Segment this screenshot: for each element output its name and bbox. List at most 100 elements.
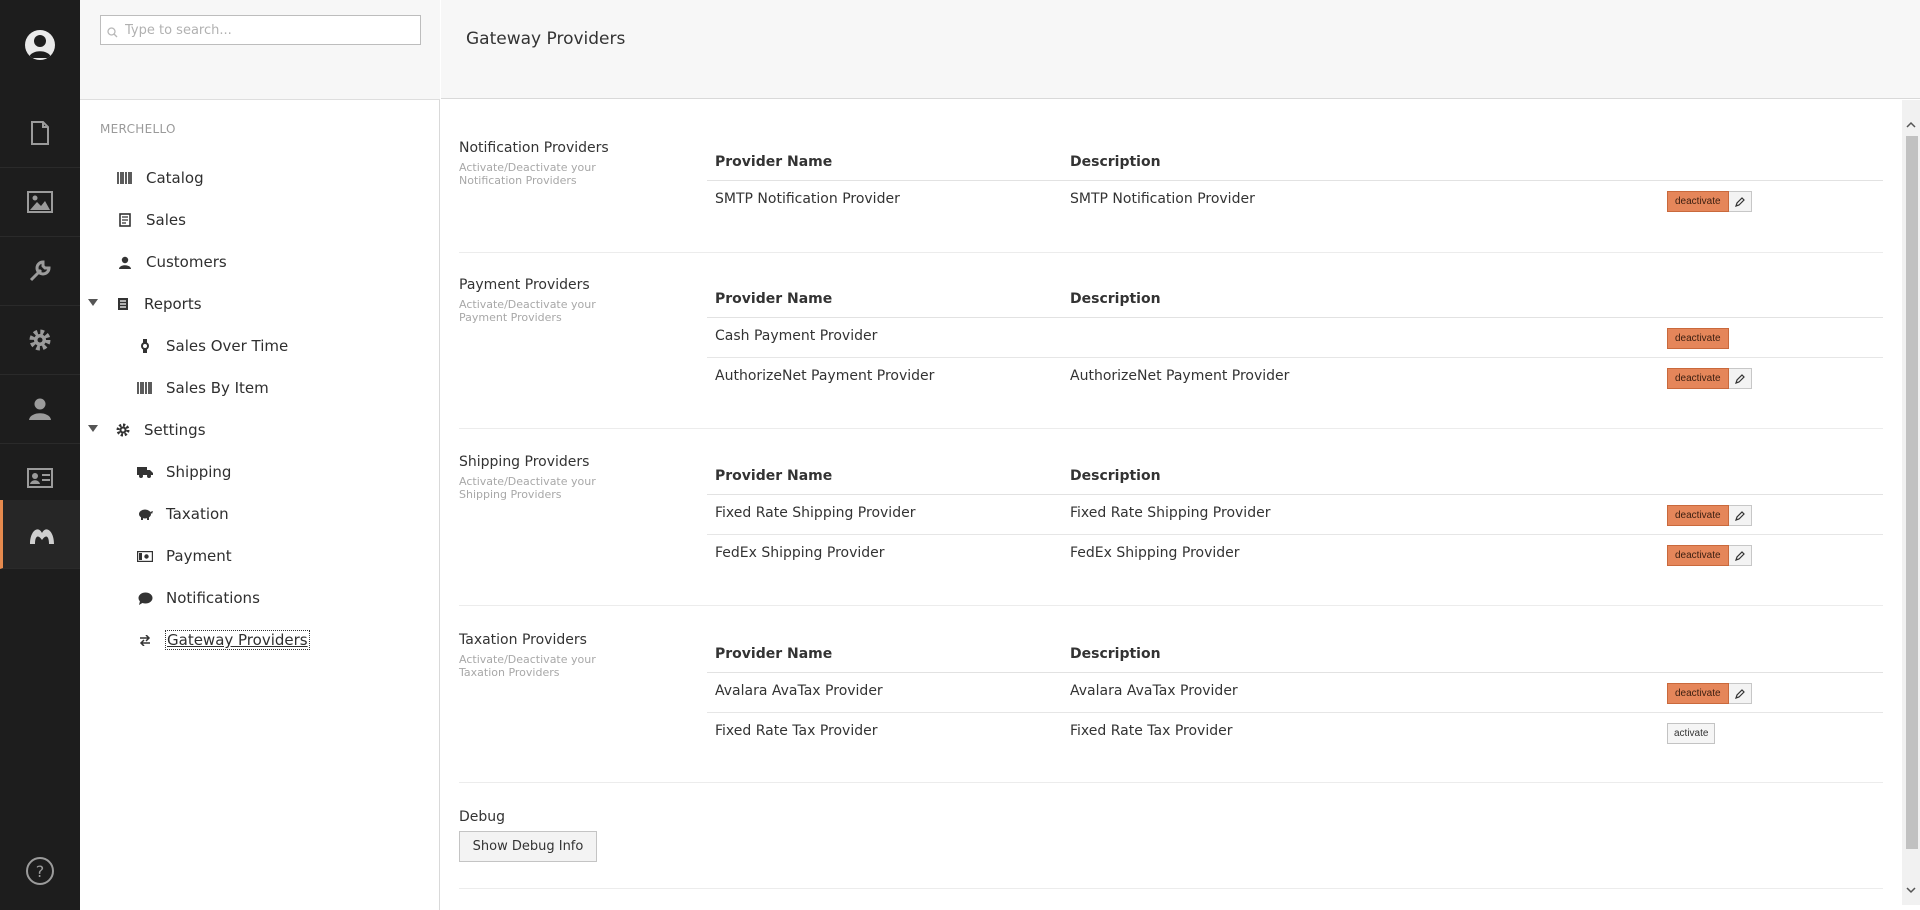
tree-item-customers[interactable]: Customers xyxy=(116,250,227,274)
tree-item-payment[interactable]: Payment xyxy=(136,544,232,568)
user-icon[interactable] xyxy=(0,375,80,444)
user-icon xyxy=(116,256,134,269)
money-icon xyxy=(136,550,154,562)
shipping-providers-section: Shipping Providers Activate/Deactivate y… xyxy=(459,454,1883,606)
truck-icon xyxy=(136,466,154,478)
edit-pencil-icon[interactable] xyxy=(1728,368,1752,389)
tree-item-taxation[interactable]: Taxation xyxy=(136,502,229,526)
svg-text:?: ? xyxy=(36,862,45,881)
tree-item-reports[interactable]: Reports xyxy=(88,292,202,316)
deactivate-button[interactable]: deactivate xyxy=(1667,683,1729,704)
debug-title: Debug xyxy=(459,809,506,825)
chat-bubble-icon xyxy=(136,592,154,605)
table-header: Provider Name Description xyxy=(707,632,1883,673)
column-header-description: Description xyxy=(1070,154,1161,170)
tree-item-sales-by-item[interactable]: Sales By Item xyxy=(136,376,269,400)
tree-item-sales[interactable]: Sales xyxy=(116,208,186,232)
scrollbar-thumb[interactable] xyxy=(1906,136,1918,849)
taxation-providers-section: Taxation Providers Activate/Deactivate y… xyxy=(459,632,1883,783)
tree-item-sales-over-time[interactable]: Sales Over Time xyxy=(136,334,288,358)
section-description: Activate/Deactivate your Payment Provide… xyxy=(459,298,596,324)
row-actions: deactivate xyxy=(1667,683,1752,704)
chevron-down-icon[interactable] xyxy=(1906,880,1916,894)
deactivate-button[interactable]: deactivate xyxy=(1667,328,1729,349)
search-icon xyxy=(107,23,118,42)
table-row: Cash Payment Provider deactivate xyxy=(707,318,1883,358)
debug-section: Debug Show Debug Info xyxy=(459,809,597,862)
tree-item-catalog[interactable]: Catalog xyxy=(116,166,204,190)
table-row: Fixed Rate Shipping Provider Fixed Rate … xyxy=(707,495,1883,535)
section-description: Activate/Deactivate your Notification Pr… xyxy=(459,161,596,187)
section-title: Notification Providers xyxy=(459,140,609,156)
chevron-up-icon[interactable] xyxy=(1906,115,1916,128)
provider-description: Fixed Rate Tax Provider xyxy=(1070,723,1233,739)
chevron-down-icon[interactable] xyxy=(88,425,98,432)
table-header: Provider Name Description xyxy=(707,454,1883,495)
tree-panel: MERCHELLO Catalog Sales Customers Report… xyxy=(80,0,440,910)
chevron-down-icon[interactable] xyxy=(88,299,98,306)
row-actions: activate xyxy=(1667,723,1716,744)
provider-description: Avalara AvaTax Provider xyxy=(1070,683,1238,699)
provider-name: Fixed Rate Tax Provider xyxy=(715,723,878,739)
column-header-name: Provider Name xyxy=(715,646,833,662)
wrench-icon[interactable] xyxy=(0,237,80,306)
notification-providers-section: Notification Providers Activate/Deactiva… xyxy=(459,140,1883,253)
providers-table: Provider Name Description Cash Payment P… xyxy=(707,277,1883,398)
column-header-name: Provider Name xyxy=(715,154,833,170)
row-actions: deactivate xyxy=(1667,368,1752,389)
edit-pencil-icon[interactable] xyxy=(1728,683,1752,704)
providers-table: Provider Name Description Fixed Rate Shi… xyxy=(707,454,1883,575)
deactivate-button[interactable]: deactivate xyxy=(1667,368,1729,389)
search-input[interactable] xyxy=(100,15,421,45)
activate-button[interactable]: activate xyxy=(1667,723,1716,744)
document-icon[interactable] xyxy=(0,99,80,168)
piggy-bank-icon xyxy=(136,508,154,520)
edit-pencil-icon[interactable] xyxy=(1728,545,1752,566)
deactivate-button[interactable]: deactivate xyxy=(1667,505,1729,526)
edit-pencil-icon[interactable] xyxy=(1728,505,1752,526)
image-icon[interactable] xyxy=(0,168,80,237)
deactivate-button[interactable]: deactivate xyxy=(1667,545,1729,566)
column-header-description: Description xyxy=(1070,291,1161,307)
show-debug-info-button[interactable]: Show Debug Info xyxy=(459,831,597,862)
tree-item-shipping[interactable]: Shipping xyxy=(136,460,231,484)
deactivate-button[interactable]: deactivate xyxy=(1667,191,1729,212)
divider xyxy=(459,888,1883,889)
row-actions: deactivate xyxy=(1667,505,1752,526)
table-header: Provider Name Description xyxy=(707,277,1883,318)
receipt-icon xyxy=(116,213,134,227)
merchello-logo-icon[interactable] xyxy=(0,500,80,569)
watch-icon xyxy=(136,339,154,353)
gear-icon xyxy=(114,423,132,437)
provider-name: AuthorizeNet Payment Provider xyxy=(715,368,935,384)
gear-icon[interactable] xyxy=(0,306,80,375)
section-description: Activate/Deactivate your Taxation Provid… xyxy=(459,653,596,679)
payment-providers-section: Payment Providers Activate/Deactivate yo… xyxy=(459,277,1883,429)
tree-item-gateway-providers[interactable]: Gateway Providers xyxy=(136,628,310,652)
barcode-icon xyxy=(136,382,154,394)
help-icon[interactable]: ? xyxy=(25,856,55,886)
provider-name: Fixed Rate Shipping Provider xyxy=(715,505,916,521)
tree-item-notifications[interactable]: Notifications xyxy=(136,586,260,610)
column-header-description: Description xyxy=(1070,468,1161,484)
row-actions: deactivate xyxy=(1667,328,1729,349)
provider-description: Fixed Rate Shipping Provider xyxy=(1070,505,1271,521)
section-title: Payment Providers xyxy=(459,277,590,293)
provider-name: FedEx Shipping Provider xyxy=(715,545,885,561)
providers-table: Provider Name Description SMTP Notificat… xyxy=(707,140,1883,221)
column-header-name: Provider Name xyxy=(715,468,833,484)
table-row: Avalara AvaTax Provider Avalara AvaTax P… xyxy=(707,673,1883,713)
transfer-arrows-icon xyxy=(136,634,154,646)
scrollbar[interactable] xyxy=(1902,100,1920,905)
tree-root-label: MERCHELLO xyxy=(100,122,176,136)
section-title: Taxation Providers xyxy=(459,632,587,648)
column-header-description: Description xyxy=(1070,646,1161,662)
table-row: Fixed Rate Tax Provider Fixed Rate Tax P… xyxy=(707,713,1883,753)
provider-name: SMTP Notification Provider xyxy=(715,191,900,207)
table-row: FedEx Shipping Provider FedEx Shipping P… xyxy=(707,535,1883,575)
tree-item-settings[interactable]: Settings xyxy=(88,418,206,442)
provider-name: Avalara AvaTax Provider xyxy=(715,683,883,699)
report-icon xyxy=(114,297,132,311)
user-avatar-icon[interactable] xyxy=(25,30,55,60)
edit-pencil-icon[interactable] xyxy=(1728,191,1752,212)
